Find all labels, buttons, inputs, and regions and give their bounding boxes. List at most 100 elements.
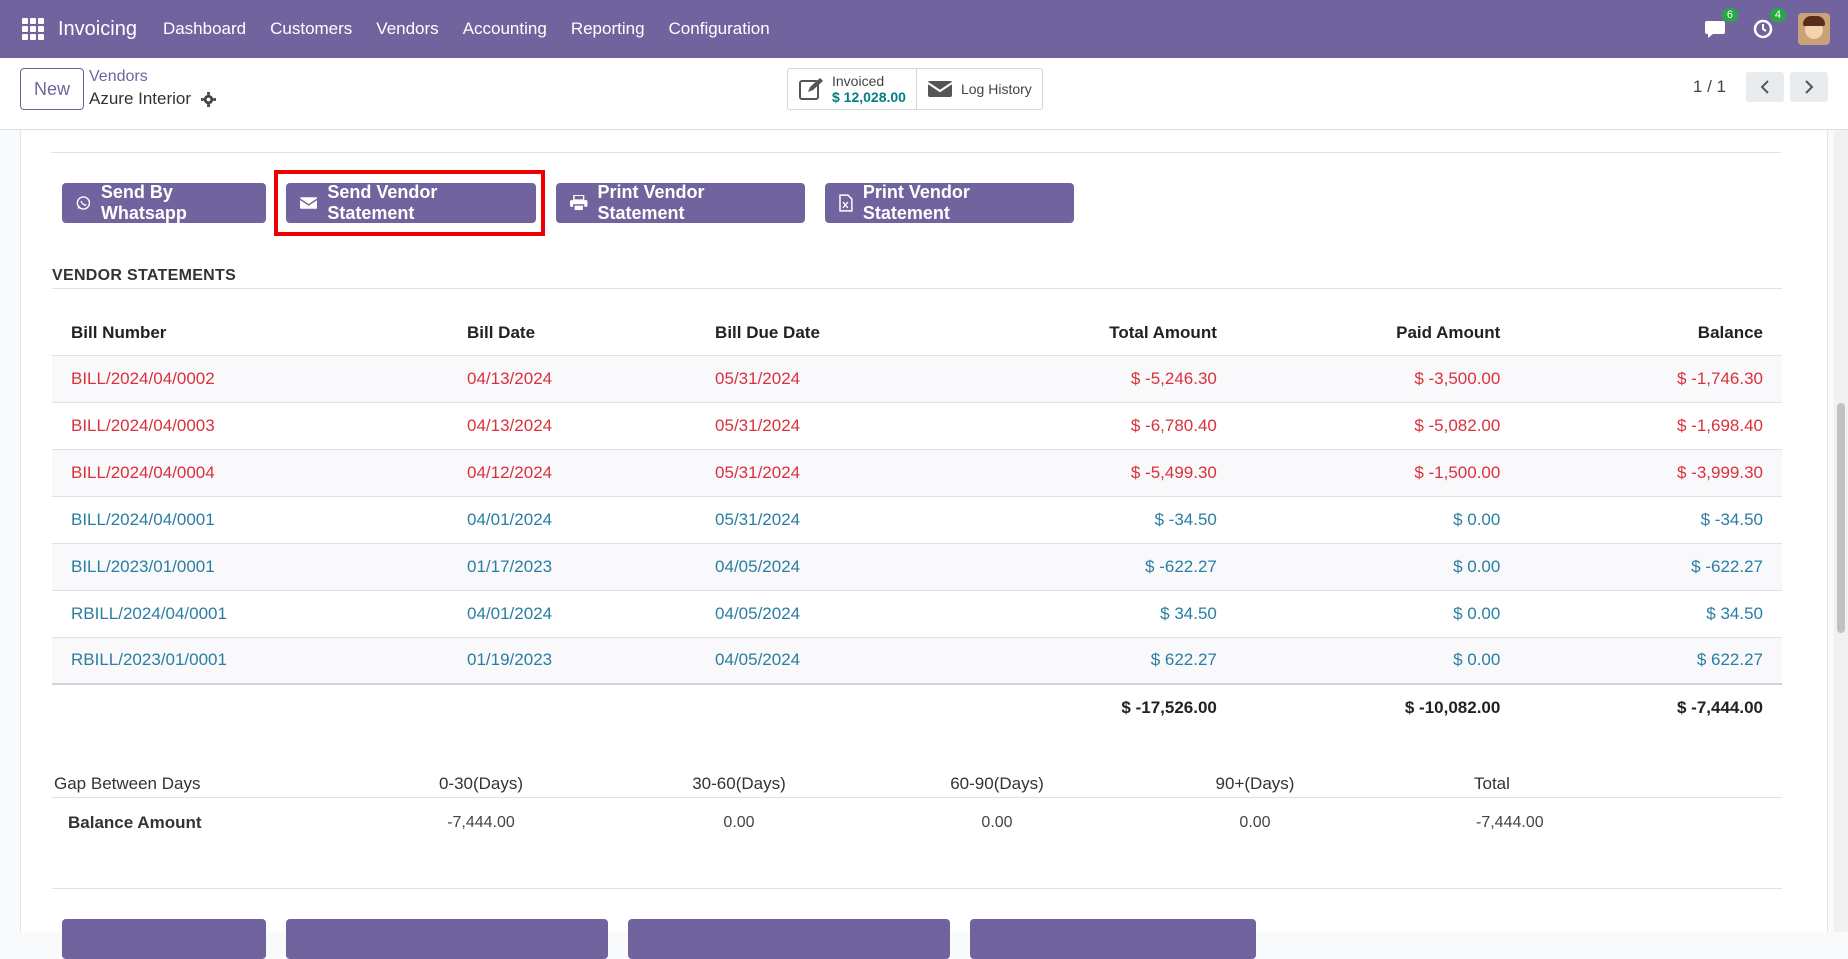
scrollbar-thumb[interactable] [1837, 403, 1845, 633]
aging-value: -7,444.00 [447, 814, 515, 832]
highlight-box [274, 170, 545, 236]
balance: $ -1,698.40 [1519, 402, 1782, 450]
activities-count-badge: 4 [1769, 8, 1786, 22]
aging-header: 30-60(Days) [610, 771, 868, 798]
invoiced-value: $ 12,028.00 [832, 89, 906, 105]
section-title: VENDOR STATEMENTS [52, 267, 237, 284]
bill-due-date: 04/05/2024 [696, 637, 947, 685]
column-header: Bill Number [52, 311, 449, 356]
activities-button[interactable]: 4 [1750, 8, 1786, 42]
bottom-actions [62, 919, 1256, 959]
menu-reporting[interactable]: Reporting [559, 19, 657, 39]
chat-icon [1705, 21, 1725, 38]
pager-previous-button[interactable] [1746, 72, 1784, 102]
breadcrumb-vendors[interactable]: Vendors [89, 68, 148, 86]
control-panel: New Vendors Azure Interior Invoiced $ 12… [0, 58, 1848, 130]
bill-due-date: 04/05/2024 [696, 590, 947, 638]
bill-number: BILL/2024/04/0004 [52, 449, 449, 497]
menu-accounting[interactable]: Accounting [451, 19, 559, 39]
total-amount: $ 622.27 [946, 637, 1236, 685]
messages-count-badge: 6 [1721, 8, 1738, 22]
bill-date: 01/17/2023 [448, 543, 697, 591]
paid-amount-sum: $ -10,082.00 [1235, 683, 1520, 730]
bill-date: 04/12/2024 [448, 449, 697, 497]
apps-grid-icon[interactable] [22, 18, 44, 40]
aging-table: Gap Between Days 0-30(Days) 30-60(Days) … [52, 771, 1782, 849]
paid-amount: $ 0.00 [1235, 543, 1520, 591]
aging-header: 0-30(Days) [352, 771, 610, 798]
table-row[interactable]: BILL/2024/04/0002 04/13/2024 05/31/2024 … [52, 355, 1782, 403]
total-amount: $ -6,780.40 [946, 402, 1236, 450]
aging-value: 0.00 [723, 814, 755, 832]
aging-value: -7,444.00 [1476, 814, 1544, 832]
table-row[interactable]: BILL/2023/01/0001 01/17/2023 04/05/2024 … [52, 543, 1782, 591]
divider [51, 152, 1781, 153]
messages-button[interactable]: 6 [1702, 8, 1738, 42]
paid-amount: $ 0.00 [1235, 590, 1520, 638]
bottom-action-button[interactable] [286, 919, 608, 959]
scrollbar[interactable] [1834, 130, 1848, 932]
paid-amount: $ 0.00 [1235, 637, 1520, 685]
table-row[interactable]: BILL/2024/04/0001 04/01/2024 05/31/2024 … [52, 496, 1782, 544]
table-row[interactable]: RBILL/2023/01/0001 01/19/2023 04/05/2024… [52, 637, 1782, 685]
bill-number: RBILL/2024/04/0001 [52, 590, 449, 638]
print-vendor-statement-button[interactable]: Print Vendor Statement [556, 182, 805, 223]
column-header: Paid Amount [1235, 311, 1520, 356]
menu-customers[interactable]: Customers [258, 19, 364, 39]
aging-header: 60-90(Days) [868, 771, 1126, 798]
send-whatsapp-button[interactable]: Send By Whatsapp [62, 182, 266, 223]
whatsapp-icon [76, 196, 91, 210]
edit-icon [799, 78, 823, 100]
log-history-smart-button[interactable]: Log History [915, 69, 1042, 109]
totals-row: $ -17,526.00 $ -10,082.00 $ -7,444.00 [52, 683, 1782, 730]
balance: $ 622.27 [1519, 637, 1782, 685]
chevron-right-icon [1805, 80, 1814, 94]
total-amount: $ -622.27 [946, 543, 1236, 591]
total-amount: $ -5,499.30 [946, 449, 1236, 497]
new-button[interactable]: New [20, 68, 84, 110]
user-avatar[interactable] [1798, 13, 1830, 45]
menu-vendors[interactable]: Vendors [364, 19, 450, 39]
invoiced-smart-button[interactable]: Invoiced $ 12,028.00 [788, 69, 916, 109]
bottom-action-button[interactable] [970, 919, 1256, 959]
balance: $ -34.50 [1519, 496, 1782, 544]
aging-header-row: Gap Between Days 0-30(Days) 30-60(Days) … [52, 771, 1782, 798]
bill-date: 04/13/2024 [448, 402, 697, 450]
clock-icon [1753, 19, 1773, 39]
table-row[interactable]: RBILL/2024/04/0001 04/01/2024 04/05/2024… [52, 590, 1782, 638]
app-title[interactable]: Invoicing [58, 18, 137, 41]
table-row[interactable]: BILL/2024/04/0004 04/12/2024 05/31/2024 … [52, 449, 1782, 497]
statement-actions: Send By Whatsapp Send Vendor Statement P… [62, 182, 1074, 223]
record-name: Azure Interior [89, 89, 192, 108]
gear-icon[interactable] [201, 91, 217, 107]
log-history-label: Log History [960, 81, 1032, 97]
column-header: Bill Due Date [696, 311, 947, 356]
menu-dashboard[interactable]: Dashboard [151, 19, 258, 39]
bill-due-date: 05/31/2024 [696, 355, 947, 403]
bottom-action-button[interactable] [628, 919, 950, 959]
invoiced-label: Invoiced [832, 73, 885, 89]
balance: $ 34.50 [1519, 590, 1782, 638]
print-icon [570, 195, 588, 211]
bill-number: BILL/2024/04/0003 [52, 402, 449, 450]
bill-date: 04/13/2024 [448, 355, 697, 403]
table-row[interactable]: BILL/2024/04/0003 04/13/2024 05/31/2024 … [52, 402, 1782, 450]
total-amount: $ 34.50 [946, 590, 1236, 638]
pager-next-button[interactable] [1790, 72, 1828, 102]
column-header: Bill Date [448, 311, 697, 356]
chevron-left-icon [1760, 80, 1769, 94]
menu-configuration[interactable]: Configuration [657, 19, 782, 39]
aging-header: Gap Between Days [52, 771, 352, 798]
column-header: Balance [1519, 311, 1782, 356]
bill-due-date: 05/31/2024 [696, 496, 947, 544]
print-vendor-statement-xls-button[interactable]: Print Vendor Statement [825, 182, 1074, 223]
aging-header: 90+(Days) [1126, 771, 1384, 798]
paid-amount: $ -1,500.00 [1235, 449, 1520, 497]
balance-sum: $ -7,444.00 [1519, 683, 1782, 730]
divider [52, 288, 1782, 289]
pager-counter[interactable]: 1 / 1 [1693, 77, 1726, 97]
bottom-action-button[interactable] [62, 919, 266, 959]
bill-date: 04/01/2024 [448, 590, 697, 638]
paid-amount: $ 0.00 [1235, 496, 1520, 544]
pager: 1 / 1 [1693, 72, 1828, 102]
